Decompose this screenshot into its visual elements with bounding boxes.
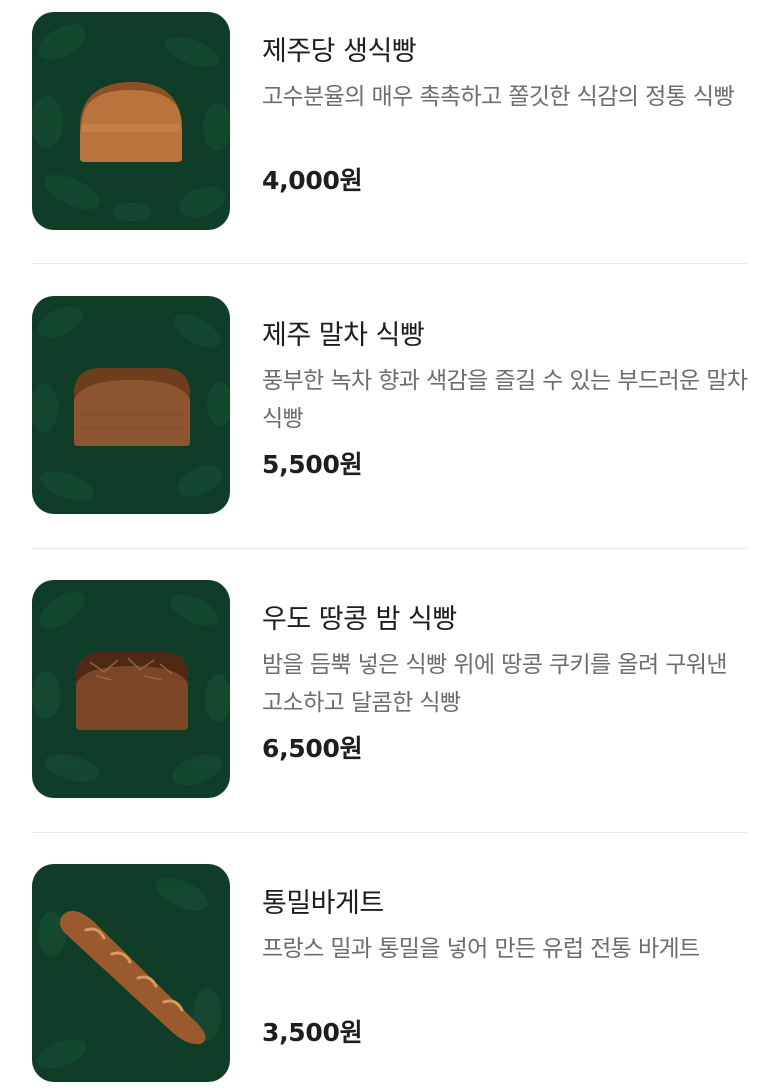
product-price: 5,500원 — [262, 450, 363, 479]
product-name: 통밀바게트 — [262, 888, 384, 919]
divider — [32, 548, 748, 549]
product-description: 고수분율의 매우 촉촉하고 쫄깃한 식감의 정통 식빵 — [262, 84, 735, 110]
product-info: 제주당 생식빵 고수분율의 매우 촉촉하고 쫄깃한 식감의 정통 식빵 4,00… — [262, 32, 748, 199]
product-name: 제주 말차 식빵 — [262, 320, 425, 351]
menu-item-matcha-bread[interactable]: 제주 말차 식빵 풍부한 녹차 향과 색감을 즐길 수 있는 부드러운 말차 식… — [32, 296, 748, 516]
baguette-icon — [37, 877, 221, 1069]
product-name: 우도 땅콩 밤 식빵 — [262, 604, 457, 635]
divider — [32, 263, 748, 264]
product-info: 우도 땅콩 밤 식빵 밤을 듬뿍 넣은 식빵 위에 땅콩 쿠키를 올려 구워낸 … — [262, 600, 748, 767]
product-price: 6,500원 — [262, 734, 363, 763]
product-name: 제주당 생식빵 — [262, 36, 417, 67]
product-price: 3,500원 — [262, 1018, 363, 1047]
menu-item-whole-wheat-baguette[interactable]: 통밀바게트 프랑스 밀과 통밀을 넣어 만든 유럽 전통 바게트 3,500원 — [32, 864, 748, 1084]
menu-item-udo-peanut-chestnut-bread[interactable]: 우도 땅콩 밤 식빵 밤을 듬뿍 넣은 식빵 위에 땅콩 쿠키를 올려 구워낸 … — [32, 580, 748, 800]
bread-loaf-icon — [32, 24, 230, 221]
bread-loaf-icon — [32, 306, 230, 501]
product-price: 4,000원 — [262, 166, 363, 195]
menu-item-jejudang-bread[interactable]: 제주당 생식빵 고수분율의 매우 촉촉하고 쫄깃한 식감의 정통 식빵 4,00… — [32, 12, 748, 232]
product-image — [32, 864, 230, 1082]
product-description: 밤을 듬뿍 넣은 식빵 위에 땅콩 쿠키를 올려 구워낸 고소하고 달콤한 식빵 — [262, 652, 727, 716]
divider — [32, 832, 748, 833]
product-image — [32, 580, 230, 798]
product-info: 제주 말차 식빵 풍부한 녹차 향과 색감을 즐길 수 있는 부드러운 말차 식… — [262, 316, 748, 483]
product-image — [32, 296, 230, 514]
product-info: 통밀바게트 프랑스 밀과 통밀을 넣어 만든 유럽 전통 바게트 3,500원 — [262, 884, 748, 1051]
product-image — [32, 12, 230, 230]
product-description: 프랑스 밀과 통밀을 넣어 만든 유럽 전통 바게트 — [262, 936, 700, 962]
bread-loaf-icon — [32, 591, 230, 786]
product-description: 풍부한 녹차 향과 색감을 즐길 수 있는 부드러운 말차 식빵 — [262, 368, 748, 432]
